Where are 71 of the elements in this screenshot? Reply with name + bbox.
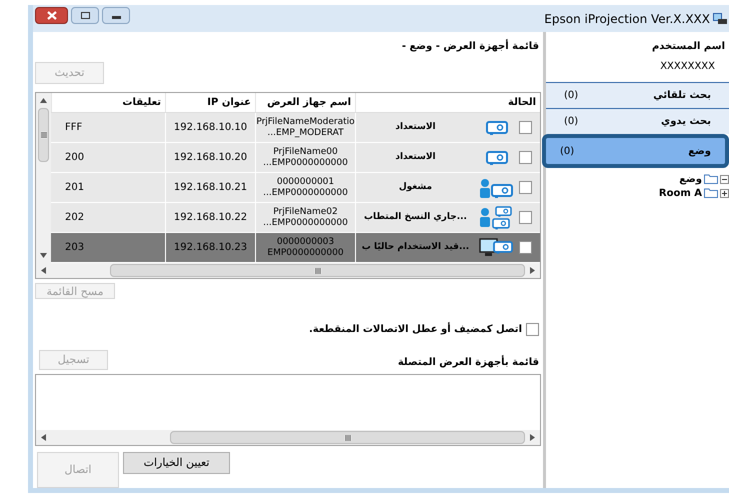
- user-projector-icon: [480, 176, 514, 198]
- connected-list-header: قائمة بأجهزة العرض المتصلة: [398, 355, 539, 370]
- host-checkbox[interactable]: [526, 323, 539, 336]
- grip-icon: [314, 268, 320, 274]
- comment-text: 203: [65, 241, 84, 255]
- ip-address: 192.168.10.10: [174, 121, 248, 135]
- comment-text: 201: [65, 181, 84, 195]
- row-checkbox[interactable]: [519, 241, 532, 254]
- projector-name: ...EMP_MODERAT: [267, 128, 344, 138]
- vertical-scrollbar[interactable]: [36, 93, 51, 263]
- status-text: الاستعداد: [394, 150, 437, 164]
- projector-name: ...EMP0000000000: [263, 158, 348, 168]
- comment-text: FFF: [65, 121, 82, 135]
- projector-name: ...EMP0000000000: [263, 218, 348, 228]
- collapse-icon[interactable]: [720, 174, 729, 184]
- minimize-icon: [112, 16, 120, 19]
- user-name-label: اسم المستخدم: [650, 40, 725, 54]
- window-title: Epson iProjection Ver.X.XXX: [544, 10, 710, 28]
- scroll-left-arrow-icon[interactable]: [41, 267, 46, 274]
- projector-name: PrjFileName00: [273, 146, 338, 158]
- expand-icon[interactable]: [720, 188, 729, 198]
- restore-icon: [80, 12, 90, 19]
- comment-text: 202: [65, 211, 84, 225]
- projector-name: PrjFileNameModeratio: [256, 116, 355, 128]
- list-header: قائمة أجهزة العرض - وضع -: [402, 39, 539, 54]
- folder-icon: [704, 188, 718, 198]
- host-checkbox-label: اتصل كمضيف أو عطل الاتصالات المنقطعة.: [308, 322, 522, 337]
- status-text: ...جاري النسخ المتطاب: [363, 210, 468, 224]
- projector-name: 0000000001: [276, 176, 334, 188]
- user-name-value: XXXXXXXX: [659, 60, 715, 74]
- close-icon: [46, 11, 56, 20]
- set-options-button[interactable]: تعيين الخيارات: [123, 452, 230, 474]
- user-projectors-icon: [480, 206, 514, 230]
- projector-name: ...EMP0000000000: [263, 188, 348, 198]
- ip-address: 192.168.10.21: [174, 181, 248, 195]
- scroll-down-arrow-icon[interactable]: [40, 253, 47, 258]
- horizontal-scrollbar[interactable]: [36, 430, 540, 445]
- column-header[interactable]: اسم جهاز العرض: [255, 93, 355, 112]
- close-button[interactable]: [35, 7, 68, 24]
- row-checkbox[interactable]: [519, 151, 532, 164]
- row-checkbox[interactable]: [519, 121, 532, 134]
- scroll-right-arrow-icon[interactable]: [530, 267, 535, 274]
- status-text: الاستعداد: [394, 120, 437, 134]
- projector-name: EMP0000000000: [267, 248, 344, 258]
- projector-name: PrjFileName02: [273, 206, 338, 218]
- projector-icon: [485, 150, 509, 166]
- comment-text: 200: [65, 151, 84, 165]
- scroll-left-arrow-icon[interactable]: [41, 434, 46, 441]
- status-text: مشغول: [398, 180, 434, 194]
- row-checkbox[interactable]: [519, 181, 532, 194]
- tree-node-label[interactable]: Room A: [658, 186, 702, 200]
- scroll-up-arrow-icon[interactable]: [40, 98, 47, 103]
- row-checkbox[interactable]: [519, 211, 532, 224]
- horizontal-scrollbar[interactable]: [36, 263, 540, 278]
- ip-address: 192.168.10.23: [174, 241, 248, 255]
- app-icon: [713, 12, 727, 24]
- projector-icon: [485, 120, 509, 136]
- tree-node-label[interactable]: وضع: [679, 172, 702, 186]
- grip-icon: [344, 434, 350, 440]
- scroll-right-arrow-icon[interactable]: [530, 434, 535, 441]
- ip-address: 192.168.10.20: [174, 151, 248, 165]
- column-header[interactable]: عنوان IP: [165, 93, 255, 112]
- monitor-projector-icon: [479, 238, 515, 258]
- column-header[interactable]: الحالة: [355, 93, 540, 112]
- minimize-button[interactable]: [102, 7, 130, 24]
- projector-name: 0000000003: [276, 236, 334, 248]
- folder-icon: [704, 174, 718, 184]
- ip-address: 192.168.10.22: [174, 211, 248, 225]
- restore-button[interactable]: [71, 7, 99, 24]
- status-text: ...قيد الاستخدام حاليًا ب: [360, 240, 470, 254]
- grip-icon: [40, 132, 46, 138]
